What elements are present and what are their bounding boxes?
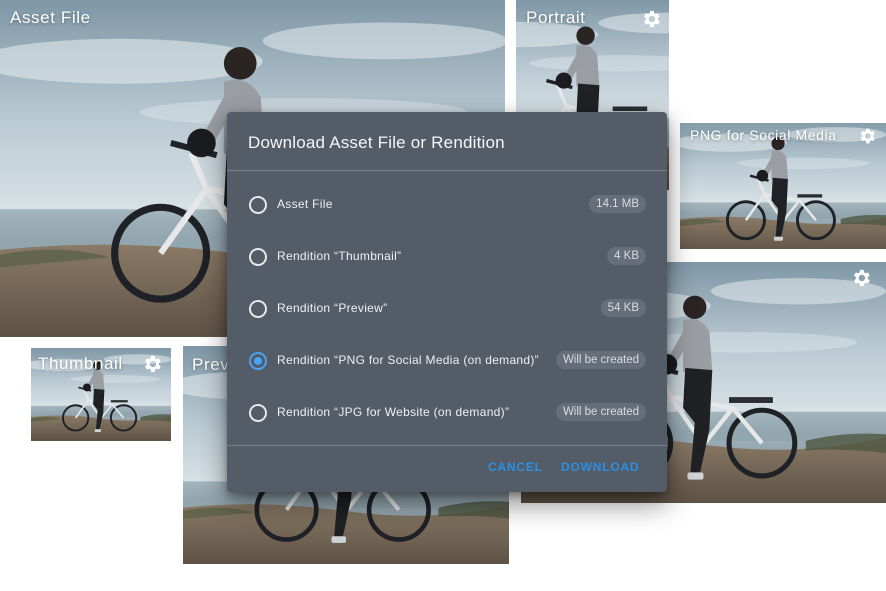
option-size-badge: 4 KB (607, 247, 646, 265)
png-social-media-card[interactable]: PNG for Social Media (680, 123, 886, 249)
download-button[interactable]: DOWNLOAD (561, 460, 639, 474)
option-label: Rendition “Thumbnail” (277, 249, 402, 263)
portrait-card-label: Portrait (526, 8, 586, 27)
option-label: Rendition “JPG for Website (on demand)” (277, 405, 510, 419)
option-status-badge: Will be created (555, 351, 646, 369)
option-rendition-png-social[interactable]: Rendition “PNG for Social Media (on dema… (227, 341, 667, 381)
dialog-divider-bottom (227, 445, 667, 446)
option-label: Rendition “Preview” (277, 301, 388, 315)
preview-card-label: Prev (192, 355, 230, 374)
option-status-badge: Will be created (555, 403, 646, 421)
gear-icon[interactable] (141, 353, 163, 375)
option-size-badge: 54 KB (600, 299, 646, 317)
option-rendition-jpg-website[interactable]: Rendition “JPG for Website (on demand)” … (227, 393, 667, 433)
option-label: Rendition “PNG for Social Media (on dema… (277, 353, 539, 367)
gear-icon[interactable] (850, 267, 872, 289)
cancel-button[interactable]: CANCEL (488, 460, 543, 474)
png-social-media-card-label: PNG for Social Media (690, 127, 837, 143)
thumbnail-card-label: Thumbnail (38, 354, 123, 373)
thumbnail-card[interactable]: Thumbnail (31, 348, 171, 441)
option-asset-file[interactable]: Asset File 14.1 MB (227, 185, 667, 225)
option-rendition-preview[interactable]: Rendition “Preview” 54 KB (227, 289, 667, 329)
asset-file-card-label: Asset File (10, 8, 91, 27)
option-rendition-thumbnail[interactable]: Rendition “Thumbnail” 4 KB (227, 237, 667, 277)
radio-icon[interactable] (249, 404, 267, 422)
gear-icon[interactable] (640, 8, 662, 30)
gear-icon[interactable] (857, 126, 877, 146)
dialog-divider-top (227, 170, 667, 171)
dialog-title: Download Asset File or Rendition (248, 133, 505, 152)
option-size-badge: 14.1 MB (589, 195, 646, 213)
download-dialog: Download Asset File or Rendition Asset F… (227, 112, 667, 492)
option-label: Asset File (277, 197, 333, 211)
radio-icon-checked[interactable] (249, 352, 267, 370)
radio-icon[interactable] (249, 196, 267, 214)
radio-icon[interactable] (249, 300, 267, 318)
radio-icon[interactable] (249, 248, 267, 266)
